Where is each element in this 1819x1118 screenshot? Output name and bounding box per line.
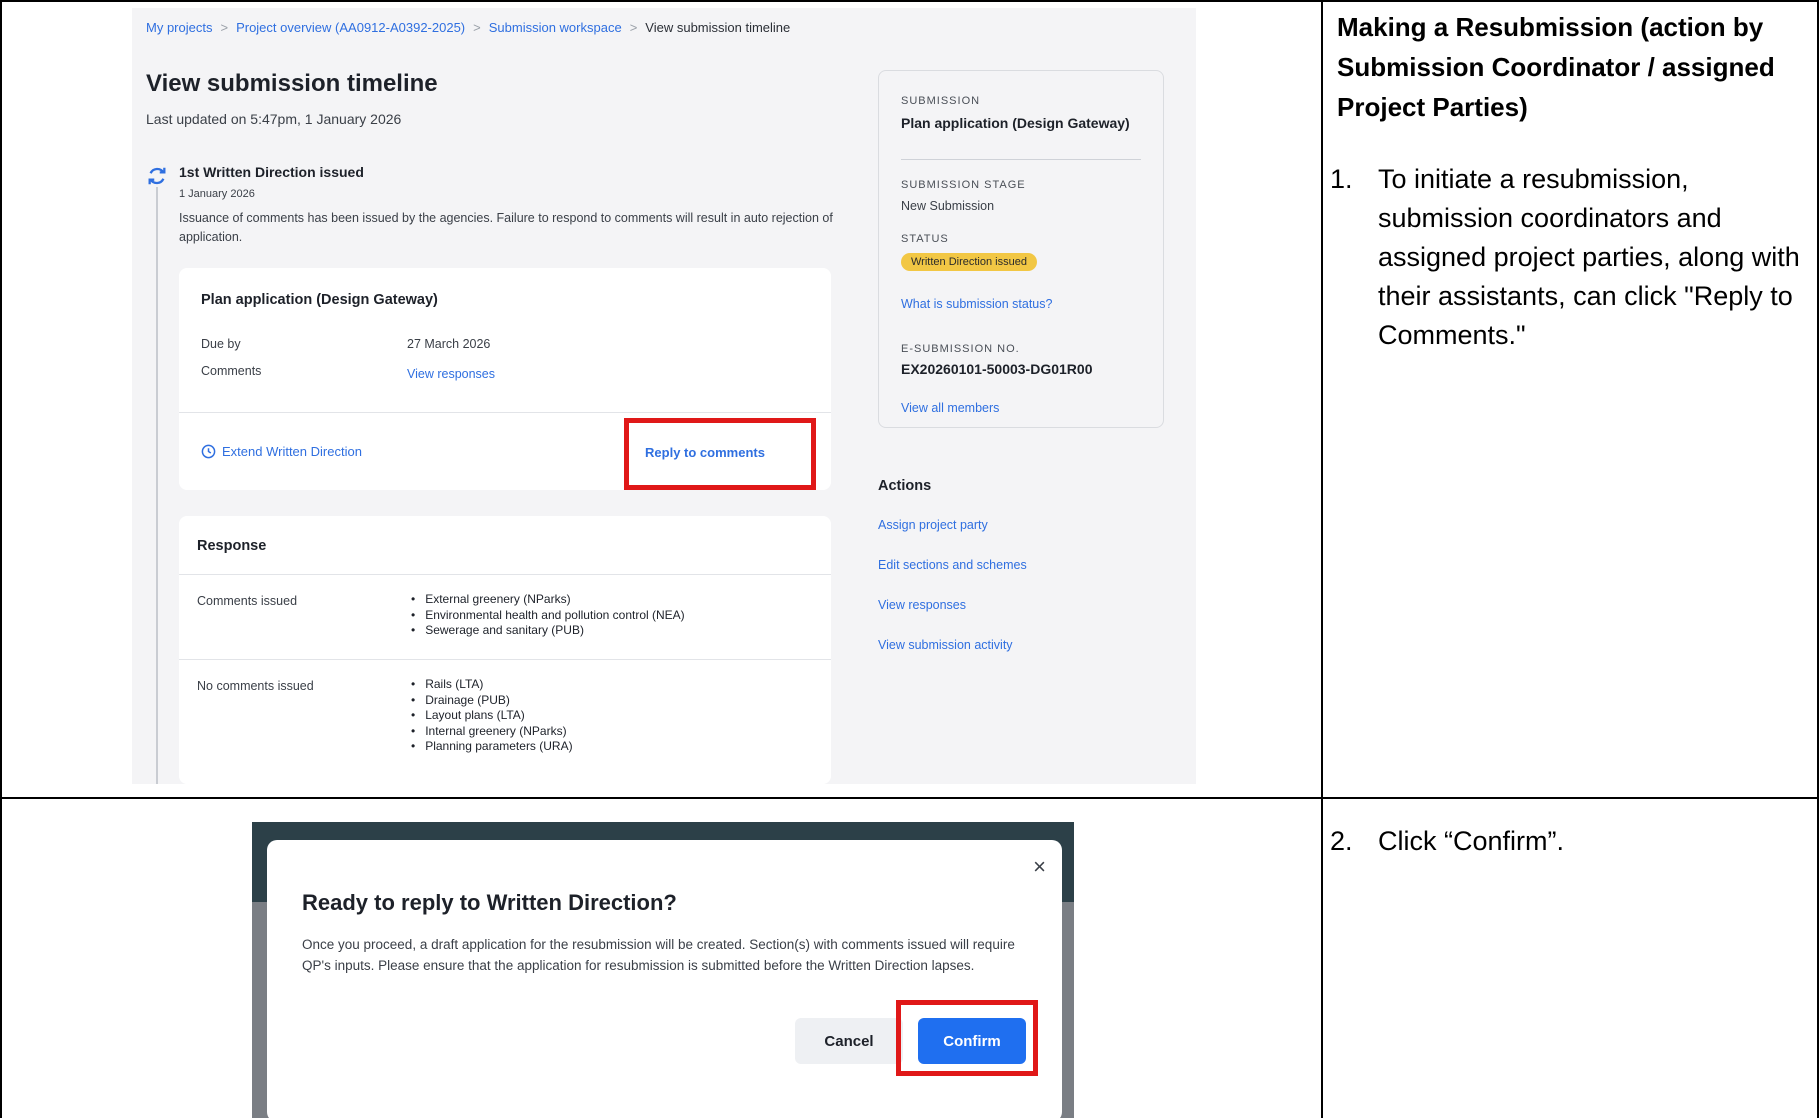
table-border-left xyxy=(0,0,2,1118)
status-badge: Written Direction issued xyxy=(901,253,1037,271)
chevron-right-icon: > xyxy=(220,20,229,35)
confirm-dialog: × Ready to reply to Written Direction? O… xyxy=(267,840,1062,1118)
list-item: Drainage (PUB) xyxy=(411,693,573,709)
breadcrumb: My projects > Project overview (AA0912-A… xyxy=(146,20,790,35)
due-by-value: 27 March 2026 xyxy=(407,337,491,351)
submission-value: Plan application (Design Gateway) xyxy=(901,115,1130,131)
extend-written-direction-link[interactable]: Extend Written Direction xyxy=(201,444,362,459)
step-number: 2. xyxy=(1330,826,1353,856)
step-text: Click “Confirm”. xyxy=(1378,826,1564,856)
status-caption: STATUS xyxy=(901,233,949,245)
dialog-body: Once you proceed, a draft application fo… xyxy=(302,937,1015,973)
plan-card-title: Plan application (Design Gateway) xyxy=(201,292,438,308)
chevron-right-icon: > xyxy=(473,20,481,35)
step-number: 1. xyxy=(1330,164,1353,194)
list-item: Planning parameters (URA) xyxy=(411,739,572,755)
cancel-button[interactable]: Cancel xyxy=(795,1018,903,1064)
panel-divider xyxy=(901,159,1141,160)
page-title: View submission timeline xyxy=(146,70,438,97)
view-responses-link[interactable]: View responses xyxy=(407,367,495,381)
instructions-heading: Making a Resubmission (action by Submiss… xyxy=(1337,12,1775,122)
timeline-event-description: Issuance of comments has been issued by … xyxy=(179,211,833,244)
actions-title: Actions xyxy=(878,478,932,494)
submission-status-help-link[interactable]: What is submission status? xyxy=(901,297,1052,311)
timeline-screenshot: My projects > Project overview (AA0912-A… xyxy=(132,8,1196,784)
breadcrumb-submission-workspace[interactable]: Submission workspace xyxy=(489,20,622,35)
table-border-middle xyxy=(1321,0,1323,1118)
highlight-box-reply xyxy=(624,418,816,490)
instruction-step-2: 2. Click “Confirm”. xyxy=(1330,822,1808,861)
comments-issued-label: Comments issued xyxy=(197,594,298,608)
close-icon[interactable]: × xyxy=(1033,854,1046,880)
list-item: Environmental health and pollution contr… xyxy=(411,608,684,624)
due-by-label: Due by xyxy=(201,337,241,351)
instruction-step-1: 1. To initiate a resubmission, submissio… xyxy=(1330,160,1808,355)
list-item: Sewerage and sanitary (PUB) xyxy=(411,623,685,639)
view-responses-action-link[interactable]: View responses xyxy=(878,598,966,612)
last-updated-text: Last updated on 5:47pm, 1 January 2026 xyxy=(146,111,402,127)
card-divider xyxy=(179,574,831,575)
chevron-right-icon: > xyxy=(629,20,638,35)
list-item: Rails (LTA) xyxy=(411,677,573,693)
comments-issued-list: External greenery (NParks) Environmental… xyxy=(411,592,685,639)
list-item: Internal greenery (NParks) xyxy=(411,724,573,740)
highlight-box-confirm xyxy=(896,1000,1038,1076)
breadcrumb-project-overview[interactable]: Project overview (AA0912-A0392-2025) xyxy=(236,20,465,35)
edit-sections-link[interactable]: Edit sections and schemes xyxy=(878,558,1027,572)
card-divider xyxy=(179,412,831,413)
extend-written-direction-label: Extend Written Direction xyxy=(222,444,362,459)
view-submission-activity-link[interactable]: View submission activity xyxy=(878,638,1013,652)
response-card-title: Response xyxy=(197,538,267,554)
e-submission-caption: E-SUBMISSION NO. xyxy=(901,343,1020,355)
assign-project-party-link[interactable]: Assign project party xyxy=(878,518,988,532)
card-divider xyxy=(179,659,831,660)
timeline-rail xyxy=(156,183,158,784)
breadcrumb-current: View submission timeline xyxy=(645,20,791,35)
table-row-divider xyxy=(0,797,1819,799)
step-text: To initiate a resubmission, submission c… xyxy=(1378,164,1800,350)
submission-stage-value: New Submission xyxy=(901,199,995,213)
submission-info-panel: SUBMISSION Plan application (Design Gate… xyxy=(878,70,1164,428)
submission-stage-caption: SUBMISSION STAGE xyxy=(901,179,1026,191)
response-card: Response Comments issued External greene… xyxy=(179,516,831,784)
dialog-title: Ready to reply to Written Direction? xyxy=(302,890,677,915)
timeline-event-date: 1 January 2026 xyxy=(179,188,255,200)
table-border-top xyxy=(0,0,1819,2)
e-submission-value: EX20260101-50003-DG01R00 xyxy=(901,361,1093,377)
comments-label: Comments xyxy=(201,364,262,378)
no-comments-list: Rails (LTA) Drainage (PUB) Layout plans … xyxy=(411,677,573,755)
refresh-icon xyxy=(146,165,168,187)
timeline-event-title: 1st Written Direction issued xyxy=(179,164,364,180)
no-comments-issued-label: No comments issued xyxy=(197,679,314,693)
clock-icon xyxy=(201,444,216,459)
list-item: Layout plans (LTA) xyxy=(411,708,573,724)
list-item: External greenery (NParks) xyxy=(411,592,685,608)
submission-caption: SUBMISSION xyxy=(901,95,981,107)
view-all-members-link[interactable]: View all members xyxy=(901,401,999,415)
breadcrumb-my-projects[interactable]: My projects xyxy=(146,20,212,35)
